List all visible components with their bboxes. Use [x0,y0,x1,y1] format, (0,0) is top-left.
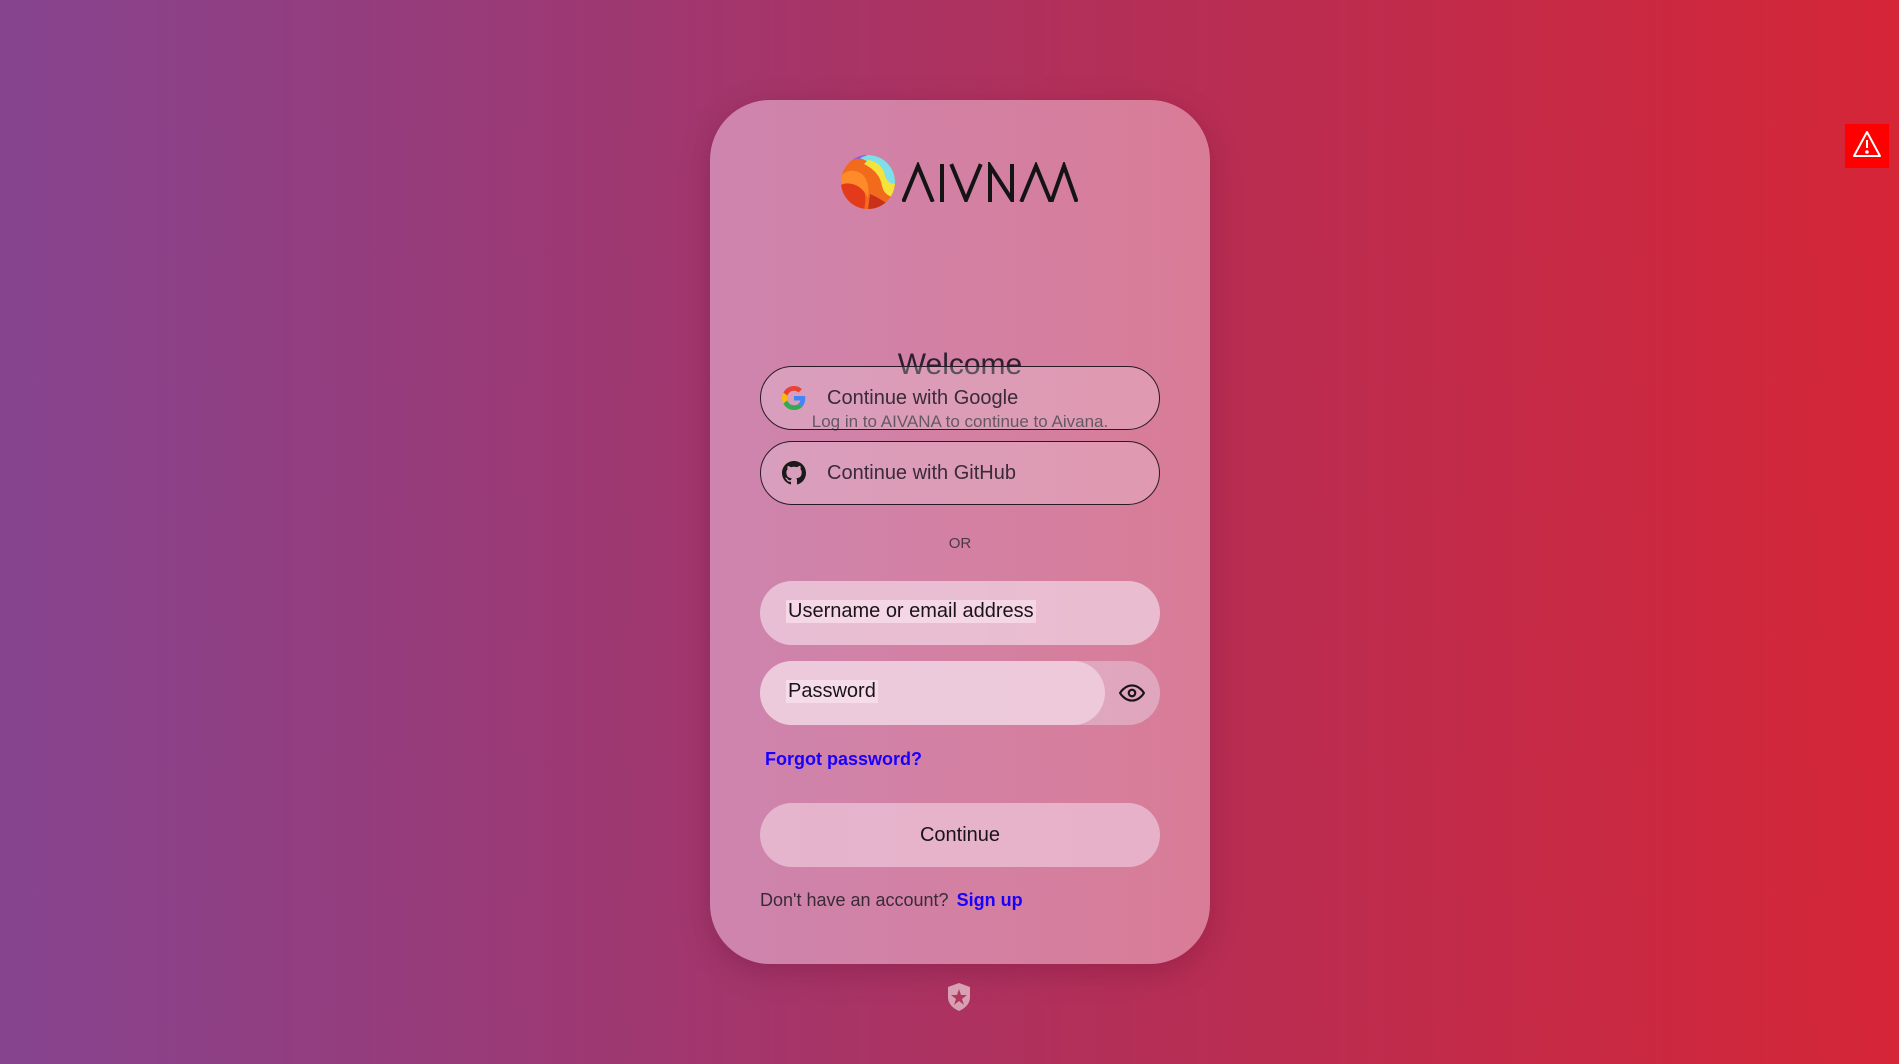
signup-row: Don't have an account? Sign up [760,890,1023,911]
password-field[interactable]: Password [760,661,1105,725]
username-field[interactable]: Username or email address [760,581,1160,645]
continue-with-google-button[interactable]: Continue with Google [760,366,1160,430]
username-placeholder: Username or email address [786,600,1036,623]
warning-icon [1852,130,1882,163]
aivana-wordmark [902,162,1078,202]
sign-up-link[interactable]: Sign up [957,890,1023,910]
github-icon [781,460,807,486]
auth0-shield-icon [948,983,970,1011]
password-field-wrapper: Password [760,661,1160,725]
forgot-password-link[interactable]: Forgot password? [765,749,922,770]
warning-button[interactable] [1845,124,1889,168]
aivana-logo-mark [841,155,895,209]
eye-icon[interactable] [1118,679,1146,707]
google-button-label: Continue with Google [827,386,1019,409]
signup-prompt: Don't have an account? [760,890,949,910]
login-card: Welcome Log in to AIVANA to continue to … [710,100,1210,964]
password-placeholder: Password [786,680,878,703]
google-icon [781,385,807,411]
aivana-logo [840,152,1080,212]
continue-with-github-button[interactable]: Continue with GitHub [760,441,1160,505]
or-divider: OR [948,535,972,552]
continue-button[interactable]: Continue [760,803,1160,867]
github-button-label: Continue with GitHub [827,461,1016,484]
